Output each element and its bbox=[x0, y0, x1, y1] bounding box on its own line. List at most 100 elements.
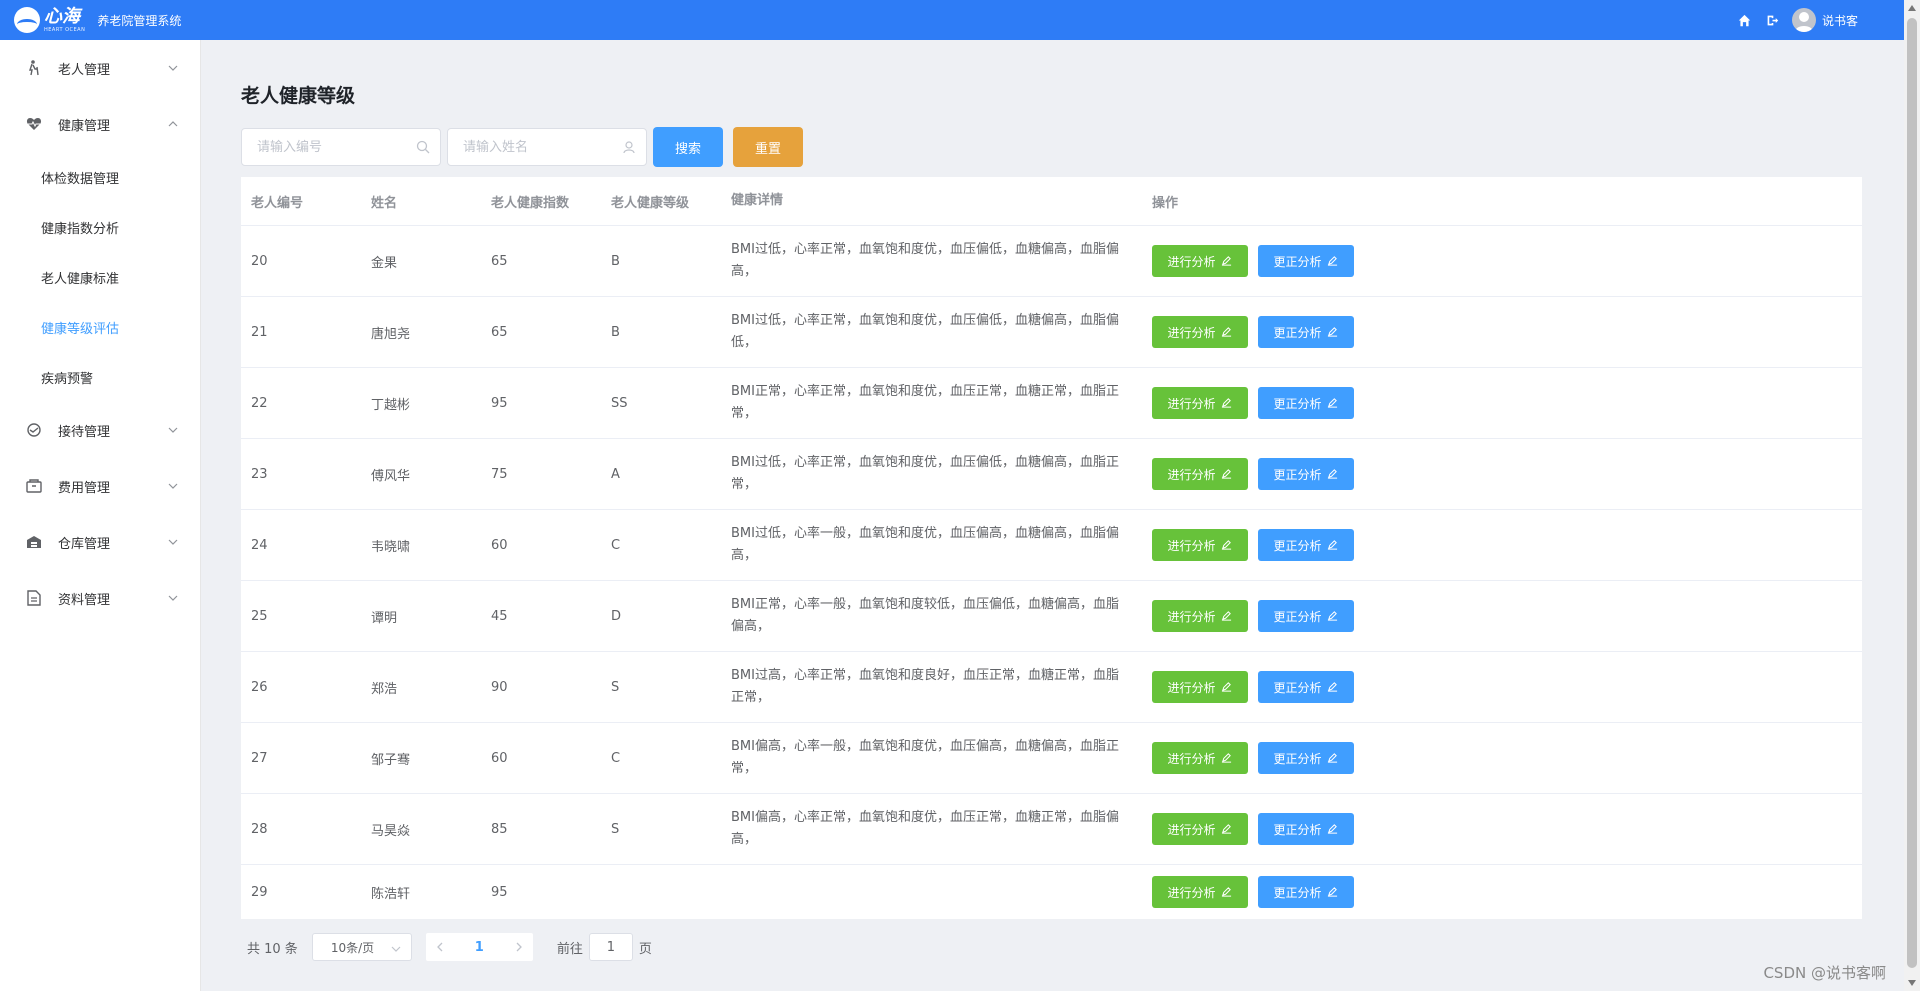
sidebar-item-fees[interactable]: 费用管理 bbox=[0, 458, 200, 514]
correct-analysis-button[interactable]: 更正分析 bbox=[1258, 387, 1354, 419]
goto-page-input[interactable] bbox=[588, 933, 633, 961]
cell-id: 24 bbox=[251, 537, 268, 553]
page-size-select[interactable]: 10条/页 bbox=[311, 933, 412, 961]
cell-health-detail: BMI正常，心率正常，血氧饱和度优，血压正常，血糖正常，血脂正常， bbox=[731, 384, 1119, 421]
page-number-current[interactable]: 1 bbox=[475, 940, 484, 955]
analyze-button[interactable]: 进行分析 bbox=[1152, 245, 1248, 277]
cell-health-index: 60 bbox=[491, 537, 508, 553]
table-row: 21 唐旭尧 65 B BMI过低，心率正常，血氧饱和度优，血压偏低，血糖偏高，血脂偏低… bbox=[241, 297, 1862, 368]
id-search-input[interactable] bbox=[242, 128, 419, 166]
analyze-button[interactable]: 进行分析 bbox=[1152, 529, 1248, 561]
warehouse-icon bbox=[26, 534, 42, 550]
table-body: 20 金果 65 B BMI过低，心率正常，血氧饱和度优，血压偏低，血糖偏高，血脂偏高，… bbox=[241, 226, 1862, 919]
edit-icon bbox=[1327, 823, 1339, 835]
sidebar-item-documents[interactable]: 资料管理 bbox=[0, 570, 200, 626]
app-logo[interactable]: 心海 HEART OCEAN bbox=[14, 7, 85, 33]
sidebar-item-exam-data[interactable]: 体检数据管理 bbox=[0, 152, 200, 202]
sidebar-item-disease-alert[interactable]: 疾病预警 bbox=[0, 352, 200, 402]
correct-analysis-button[interactable]: 更正分析 bbox=[1258, 671, 1354, 703]
column-header: 健康详情 bbox=[731, 193, 784, 208]
wallet-icon bbox=[26, 478, 42, 494]
correct-analysis-button[interactable]: 更正分析 bbox=[1258, 600, 1354, 632]
correct-button-label: 更正分析 bbox=[1273, 822, 1322, 837]
analyze-button[interactable]: 进行分析 bbox=[1152, 316, 1248, 348]
analyze-button-label: 进行分析 bbox=[1167, 538, 1216, 553]
correct-button-label: 更正分析 bbox=[1273, 325, 1322, 340]
analyze-button[interactable]: 进行分析 bbox=[1152, 671, 1248, 703]
sidebar-item-health-level[interactable]: 健康等级评估 bbox=[0, 302, 200, 352]
cane-person-icon bbox=[26, 60, 42, 76]
cell-health-level: SS bbox=[611, 395, 628, 411]
table-row: 24 韦晓啸 60 C BMI过低，心率一般，血氧饱和度优，血压偏高，血糖偏高，血脂偏高… bbox=[241, 510, 1862, 581]
cell-id: 25 bbox=[251, 608, 268, 624]
health-level-table: 老人编号 姓名 老人健康指数 老人健康等级 健康详情 操作 20 金果 65 B BMI… bbox=[241, 177, 1862, 919]
analyze-button-label: 进行分析 bbox=[1167, 885, 1216, 900]
sidebar-item-warehouse[interactable]: 仓库管理 bbox=[0, 514, 200, 570]
cell-actions: 进行分析 更正分析 bbox=[1142, 458, 1862, 490]
sidebar-item-label: 健康管理 bbox=[58, 118, 111, 134]
chevron-up-icon bbox=[168, 119, 178, 129]
logo-text: 心海 bbox=[44, 5, 80, 27]
sidebar-item-label: 仓库管理 bbox=[58, 536, 111, 552]
edit-icon bbox=[1327, 326, 1339, 338]
search-button[interactable]: 搜索 bbox=[653, 127, 723, 167]
table-row: 29 陈浩轩 95 进行分析 更正分析 bbox=[241, 865, 1862, 919]
scroll-up-icon[interactable] bbox=[1908, 4, 1916, 12]
correct-analysis-button[interactable]: 更正分析 bbox=[1258, 458, 1354, 490]
sidebar-item-elderly[interactable]: 老人管理 bbox=[0, 40, 200, 96]
analyze-button[interactable]: 进行分析 bbox=[1152, 387, 1248, 419]
sidebar-item-health-index[interactable]: 健康指数分析 bbox=[0, 202, 200, 252]
correct-analysis-button[interactable]: 更正分析 bbox=[1258, 813, 1354, 845]
table-row: 28 马昊焱 85 S BMI偏高，心率正常，血氧饱和度优，血压正常，血糖正常，血脂偏高… bbox=[241, 794, 1862, 865]
cell-health-index: 65 bbox=[491, 324, 508, 340]
table-header: 老人编号 姓名 老人健康指数 老人健康等级 健康详情 操作 bbox=[241, 177, 1862, 226]
vertical-scrollbar[interactable] bbox=[1904, 0, 1920, 991]
edit-icon bbox=[1327, 610, 1339, 622]
cell-name: 谭明 bbox=[371, 610, 398, 626]
edit-icon bbox=[1327, 681, 1339, 693]
heart-pulse-icon bbox=[26, 116, 42, 132]
scrollbar-thumb[interactable] bbox=[1907, 18, 1917, 968]
sidebar-item-health[interactable]: 健康管理 bbox=[0, 96, 200, 152]
edit-icon bbox=[1221, 326, 1233, 338]
correct-analysis-button[interactable]: 更正分析 bbox=[1258, 742, 1354, 774]
analyze-button-label: 进行分析 bbox=[1167, 609, 1216, 624]
scroll-down-icon[interactable] bbox=[1908, 979, 1916, 987]
cell-actions: 进行分析 更正分析 bbox=[1142, 387, 1862, 419]
user-icon bbox=[622, 140, 636, 154]
logout-icon[interactable] bbox=[1766, 13, 1780, 27]
name-search-input[interactable] bbox=[448, 128, 625, 166]
sidebar-item-reception[interactable]: 接待管理 bbox=[0, 402, 200, 458]
edit-icon bbox=[1221, 610, 1233, 622]
table-row: 27 邹子骞 60 C BMI偏高，心率一般，血氧饱和度优，血压偏高，血糖偏高，血脂正常… bbox=[241, 723, 1862, 794]
sidebar-item-label: 资料管理 bbox=[58, 592, 111, 608]
analyze-button[interactable]: 进行分析 bbox=[1152, 813, 1248, 845]
sidebar: 老人管理 健康管理 体检数据管理 健康指数分析 老人健康标准 健康等级评估 疾病… bbox=[0, 40, 201, 991]
correct-analysis-button[interactable]: 更正分析 bbox=[1258, 529, 1354, 561]
analyze-button[interactable]: 进行分析 bbox=[1152, 458, 1248, 490]
correct-button-label: 更正分析 bbox=[1273, 609, 1322, 624]
column-header: 老人健康等级 bbox=[611, 195, 690, 211]
sidebar-item-label: 费用管理 bbox=[58, 480, 111, 496]
analyze-button[interactable]: 进行分析 bbox=[1152, 600, 1248, 632]
cell-id: 20 bbox=[251, 253, 268, 269]
sidebar-item-health-standard[interactable]: 老人健康标准 bbox=[0, 252, 200, 302]
user-name[interactable]: 说书客 bbox=[1822, 12, 1858, 29]
reset-button[interactable]: 重置 bbox=[733, 127, 803, 167]
user-avatar-icon[interactable] bbox=[1791, 8, 1816, 32]
table-row: 26 郑浩 90 S BMI过高，心率正常，血氧饱和度良好，血压正常，血糖正常，血脂正常… bbox=[241, 652, 1862, 723]
cell-id: 21 bbox=[251, 324, 268, 340]
document-icon bbox=[26, 590, 42, 606]
table-row: 25 谭明 45 D BMI正常，心率一般，血氧饱和度较低，血压偏低，血糖偏高，血脂偏高… bbox=[241, 581, 1862, 652]
prev-page-icon[interactable] bbox=[426, 933, 454, 961]
correct-analysis-button[interactable]: 更正分析 bbox=[1258, 245, 1354, 277]
name-search-field bbox=[447, 128, 647, 166]
next-page-icon[interactable] bbox=[505, 933, 533, 961]
home-icon[interactable] bbox=[1738, 13, 1752, 27]
analyze-button[interactable]: 进行分析 bbox=[1152, 742, 1248, 774]
system-title: 养老院管理系统 bbox=[97, 13, 182, 28]
correct-analysis-button[interactable]: 更正分析 bbox=[1258, 316, 1354, 348]
analyze-button[interactable]: 进行分析 bbox=[1152, 876, 1248, 908]
correct-analysis-button[interactable]: 更正分析 bbox=[1258, 876, 1354, 908]
cell-health-index: 45 bbox=[491, 608, 508, 624]
